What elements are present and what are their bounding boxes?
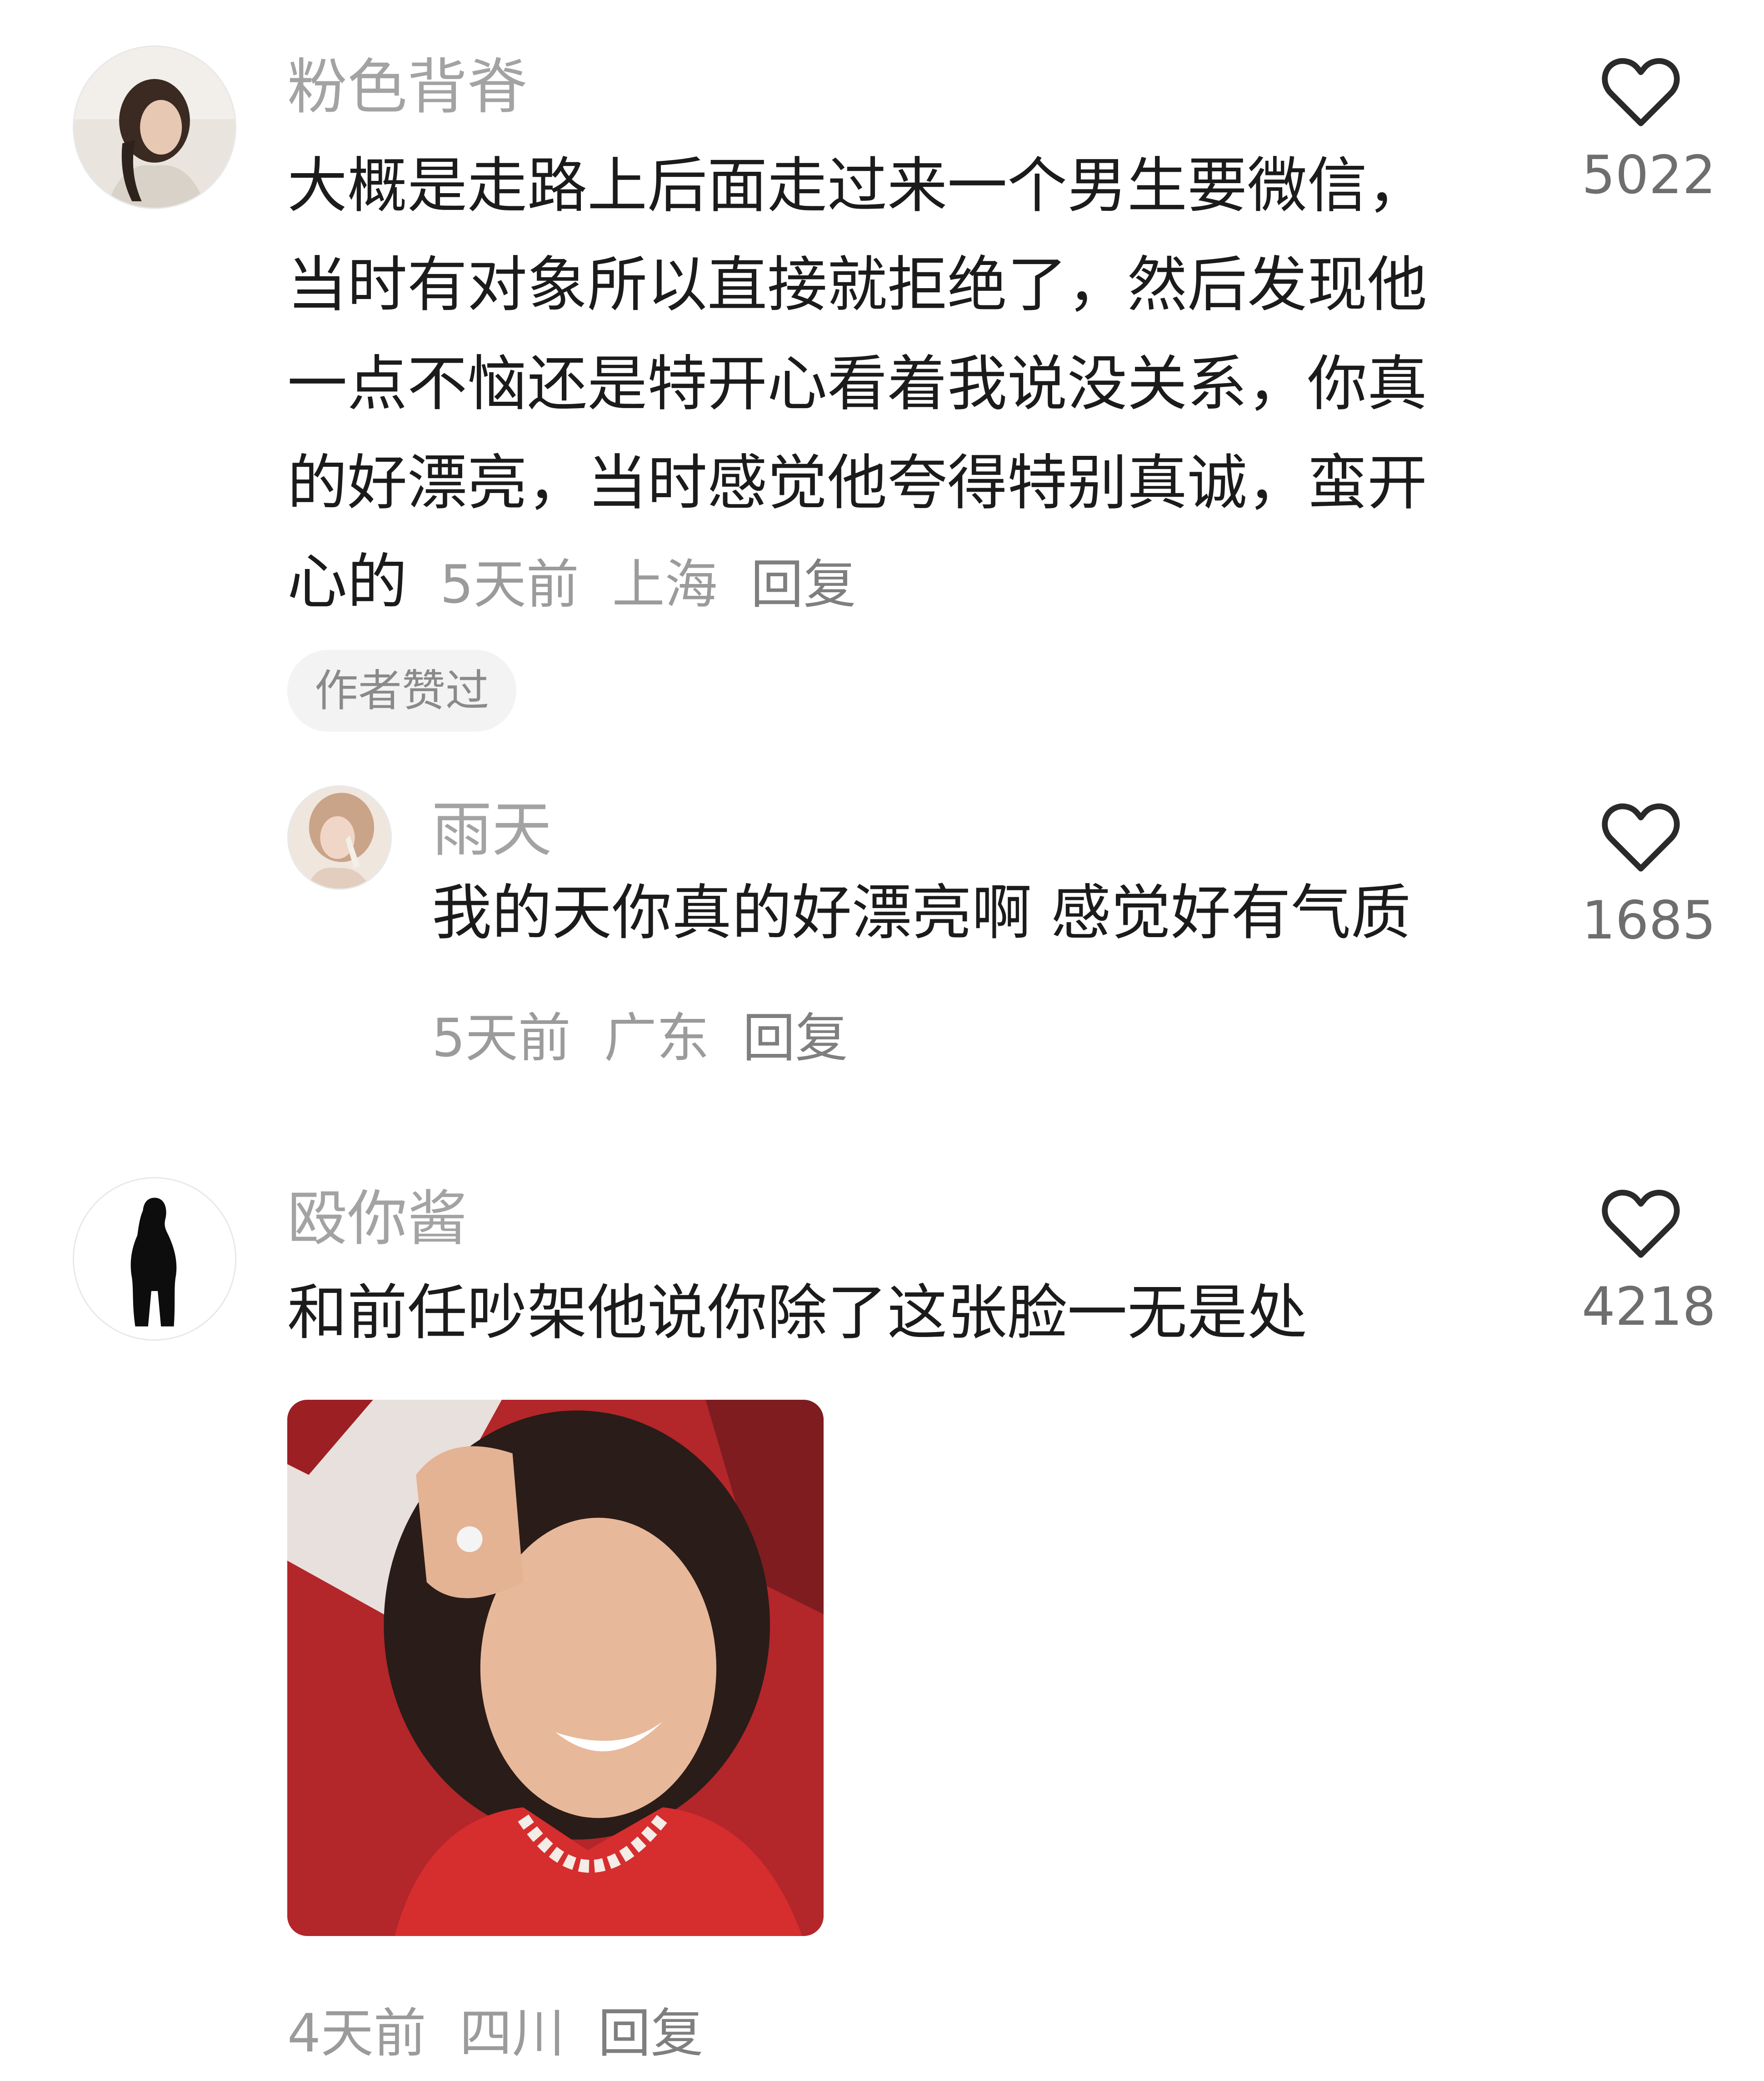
meme-woman-smiling-photo-icon [287,1400,824,1936]
woman-photo-avatar-icon [74,47,235,208]
comment-time: 4天前 [287,2003,426,2064]
comment-meta: 4天前 四川 回复 [287,1991,720,2067]
comment-meta: 5天前 上海 回复 [440,554,873,615]
author-liked-badge: 作者赞过 [287,650,516,732]
like-button[interactable]: 5022 [1582,55,1716,206]
comment-item: 粉色背脊 大概是走路上后面走过来一个男生要微信，当时有对象所以直接就拒绝了，然后… [0,0,1764,773]
avatar[interactable] [287,785,392,890]
comment-item: 殴你酱 和前任吵架他说你除了这张脸一无是处 4218 4天前 四川 回复 [0,1163,1764,2072]
reply-item: 雨天 我的天你真的好漂亮啊 感觉好有气质 5天前 广东 回复 1685 [0,773,1764,1136]
heart-outline-icon [1602,1190,1680,1258]
like-count: 5022 [1582,145,1716,206]
comment-location: 上海 [612,554,718,615]
like-count: 1685 [1582,890,1716,951]
like-button[interactable]: 1685 [1582,800,1716,951]
reply-username[interactable]: 雨天 [432,800,552,860]
reply-time: 5天前 [432,1008,571,1069]
comment-image[interactable] [287,1400,824,1936]
comment-username[interactable]: 粉色背脊 [287,57,527,117]
reply-button[interactable]: 回复 [743,1008,848,1069]
comment-time: 5天前 [440,554,579,615]
like-count: 4218 [1582,1276,1716,1337]
comment-username[interactable]: 殴你酱 [287,1189,467,1249]
reply-button[interactable]: 回复 [598,2003,704,2064]
woman-photo-avatar-icon [289,787,390,888]
like-button[interactable]: 4218 [1582,1186,1716,1337]
comment-location: 四川 [459,2003,565,2064]
avatar[interactable] [73,45,236,209]
comment-text-content: 大概是走路上后面走过来一个男生要微信，当时有对象所以直接就拒绝了，然后发现他一点… [287,151,1427,617]
heart-outline-icon [1602,58,1680,126]
comment-text: 大概是走路上后面走过来一个男生要微信，当时有对象所以直接就拒绝了，然后发现他一点… [287,136,1478,634]
reply-location: 广东 [604,1008,710,1069]
reply-meta: 5天前 广东 回复 [432,995,865,1072]
reply-text: 我的天你真的好漂亮啊 感觉好有气质 [432,878,1411,948]
heart-outline-icon [1602,803,1680,872]
reply-button[interactable]: 回复 [751,554,856,615]
silhouette-avatar-icon [74,1178,235,1339]
avatar[interactable] [73,1177,236,1341]
comment-text: 和前任吵架他说你除了这张脸一无是处 [287,1278,1307,1348]
